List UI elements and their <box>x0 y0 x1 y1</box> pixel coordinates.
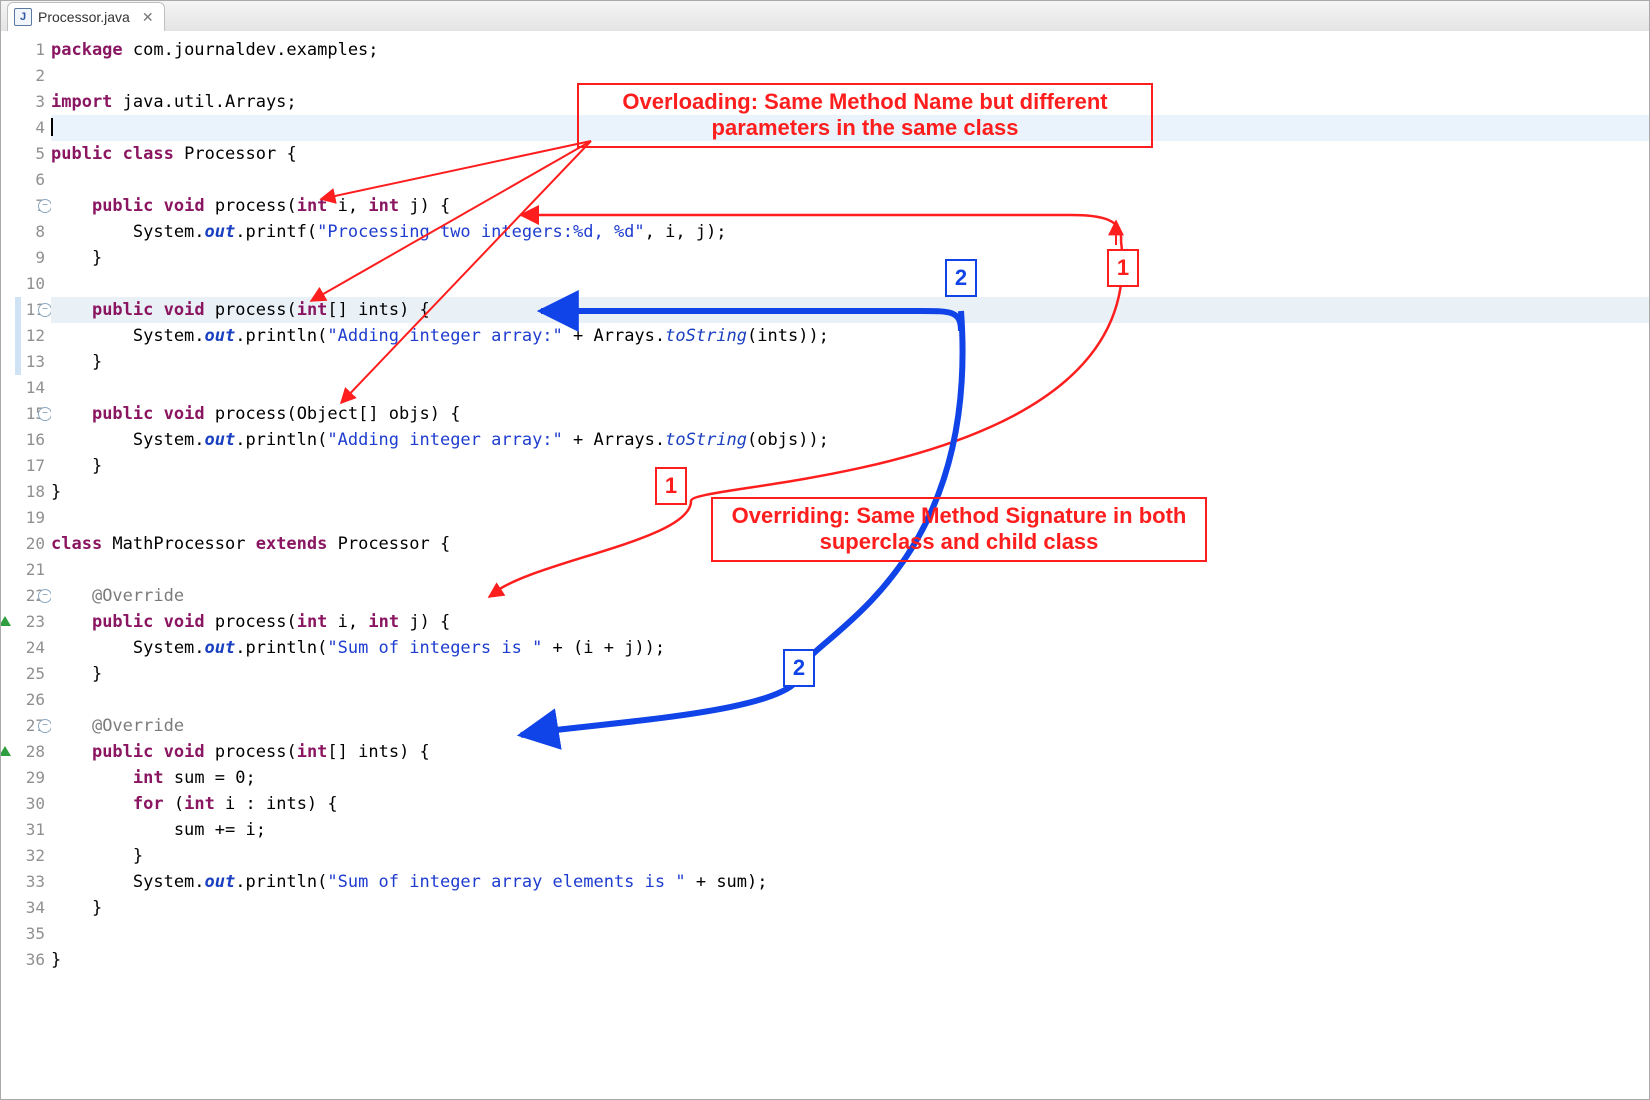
code-line[interactable]: } <box>51 479 1649 505</box>
line-number: 9 <box>1 245 51 271</box>
fold-toggle-icon[interactable]: − <box>38 303 52 317</box>
line-number: 30 <box>1 791 51 817</box>
fold-toggle-icon[interactable]: − <box>38 719 52 733</box>
code-line[interactable]: public void process(int i, int j) { <box>51 193 1649 219</box>
code-line[interactable] <box>51 557 1649 583</box>
java-file-icon: J <box>14 8 32 26</box>
fold-toggle-icon[interactable]: − <box>38 199 52 213</box>
line-number: 15− <box>1 401 51 427</box>
line-number-gutter: 1234567−891011−12131415−16171819202122−2… <box>1 31 52 1099</box>
code-line[interactable]: for (int i : ints) { <box>51 791 1649 817</box>
line-number: 8 <box>1 219 51 245</box>
change-marker[interactable] <box>15 297 21 375</box>
code-line[interactable]: public class Processor { <box>51 141 1649 167</box>
code-line[interactable]: class MathProcessor extends Processor { <box>51 531 1649 557</box>
code-line[interactable]: System.out.printf("Processing two intege… <box>51 219 1649 245</box>
code-line[interactable]: sum += i; <box>51 817 1649 843</box>
line-number: 3 <box>1 89 51 115</box>
line-number: 16 <box>1 427 51 453</box>
code-line[interactable] <box>51 921 1649 947</box>
line-number: 17 <box>1 453 51 479</box>
code-line[interactable]: System.out.println("Sum of integer array… <box>51 869 1649 895</box>
code-line[interactable] <box>51 63 1649 89</box>
line-number: 36 <box>1 947 51 973</box>
line-number: 10 <box>1 271 51 297</box>
line-number: 34 <box>1 895 51 921</box>
code-line[interactable]: @Override <box>51 583 1649 609</box>
code-line[interactable]: } <box>51 843 1649 869</box>
close-icon[interactable]: ✕ <box>142 9 154 26</box>
line-number: 32 <box>1 843 51 869</box>
code-line[interactable]: } <box>51 895 1649 921</box>
line-number: 24 <box>1 635 51 661</box>
line-number: 27− <box>1 713 51 739</box>
code-editor[interactable]: 1234567−891011−12131415−16171819202122−2… <box>1 31 1649 1099</box>
code-line[interactable]: } <box>51 453 1649 479</box>
line-number: 19 <box>1 505 51 531</box>
line-number: 22− <box>1 583 51 609</box>
code-line[interactable]: } <box>51 661 1649 687</box>
line-number: 12 <box>1 323 51 349</box>
code-area[interactable]: package com.journaldev.examples; import j… <box>51 31 1649 1099</box>
code-line[interactable] <box>51 505 1649 531</box>
line-number: 23 <box>1 609 51 635</box>
override-marker-icon[interactable] <box>0 746 11 756</box>
code-line[interactable] <box>51 271 1649 297</box>
text-cursor <box>51 118 53 136</box>
code-line[interactable] <box>51 375 1649 401</box>
tab-filename: Processor.java <box>38 9 130 25</box>
code-line[interactable]: @Override <box>51 713 1649 739</box>
code-line[interactable]: int sum = 0; <box>51 765 1649 791</box>
line-number: 2 <box>1 63 51 89</box>
code-line[interactable]: public void process(int i, int j) { <box>51 609 1649 635</box>
editor-tab-bar: J Processor.java ✕ <box>1 1 1649 32</box>
line-number: 13 <box>1 349 51 375</box>
line-number: 25 <box>1 661 51 687</box>
fold-toggle-icon[interactable]: − <box>38 407 52 421</box>
line-number: 35 <box>1 921 51 947</box>
line-number: 11− <box>1 297 51 323</box>
line-number: 1 <box>1 37 51 63</box>
code-line[interactable]: import java.util.Arrays; <box>51 89 1649 115</box>
line-number: 7− <box>1 193 51 219</box>
code-line[interactable]: System.out.println("Adding integer array… <box>51 323 1649 349</box>
override-marker-icon[interactable] <box>0 616 11 626</box>
code-line[interactable] <box>51 115 1649 141</box>
line-number: 4 <box>1 115 51 141</box>
editor-tab-processor[interactable]: J Processor.java ✕ <box>7 2 165 31</box>
code-line[interactable]: } <box>51 245 1649 271</box>
code-line[interactable]: package com.journaldev.examples; <box>51 37 1649 63</box>
code-line[interactable] <box>51 687 1649 713</box>
code-line[interactable]: System.out.println("Adding integer array… <box>51 427 1649 453</box>
code-line[interactable]: public void process(int[] ints) { <box>51 297 1649 323</box>
line-number: 21 <box>1 557 51 583</box>
code-line[interactable]: public void process(Object[] objs) { <box>51 401 1649 427</box>
line-number: 20 <box>1 531 51 557</box>
fold-toggle-icon[interactable]: − <box>38 589 52 603</box>
line-number: 33 <box>1 869 51 895</box>
line-number: 31 <box>1 817 51 843</box>
code-line[interactable] <box>51 167 1649 193</box>
code-line[interactable]: } <box>51 349 1649 375</box>
code-line[interactable]: } <box>51 947 1649 973</box>
code-line[interactable]: System.out.println("Sum of integers is "… <box>51 635 1649 661</box>
line-number: 29 <box>1 765 51 791</box>
line-number: 5 <box>1 141 51 167</box>
code-line[interactable]: public void process(int[] ints) { <box>51 739 1649 765</box>
line-number: 18 <box>1 479 51 505</box>
line-number: 26 <box>1 687 51 713</box>
line-number: 14 <box>1 375 51 401</box>
line-number: 28 <box>1 739 51 765</box>
line-number: 6 <box>1 167 51 193</box>
